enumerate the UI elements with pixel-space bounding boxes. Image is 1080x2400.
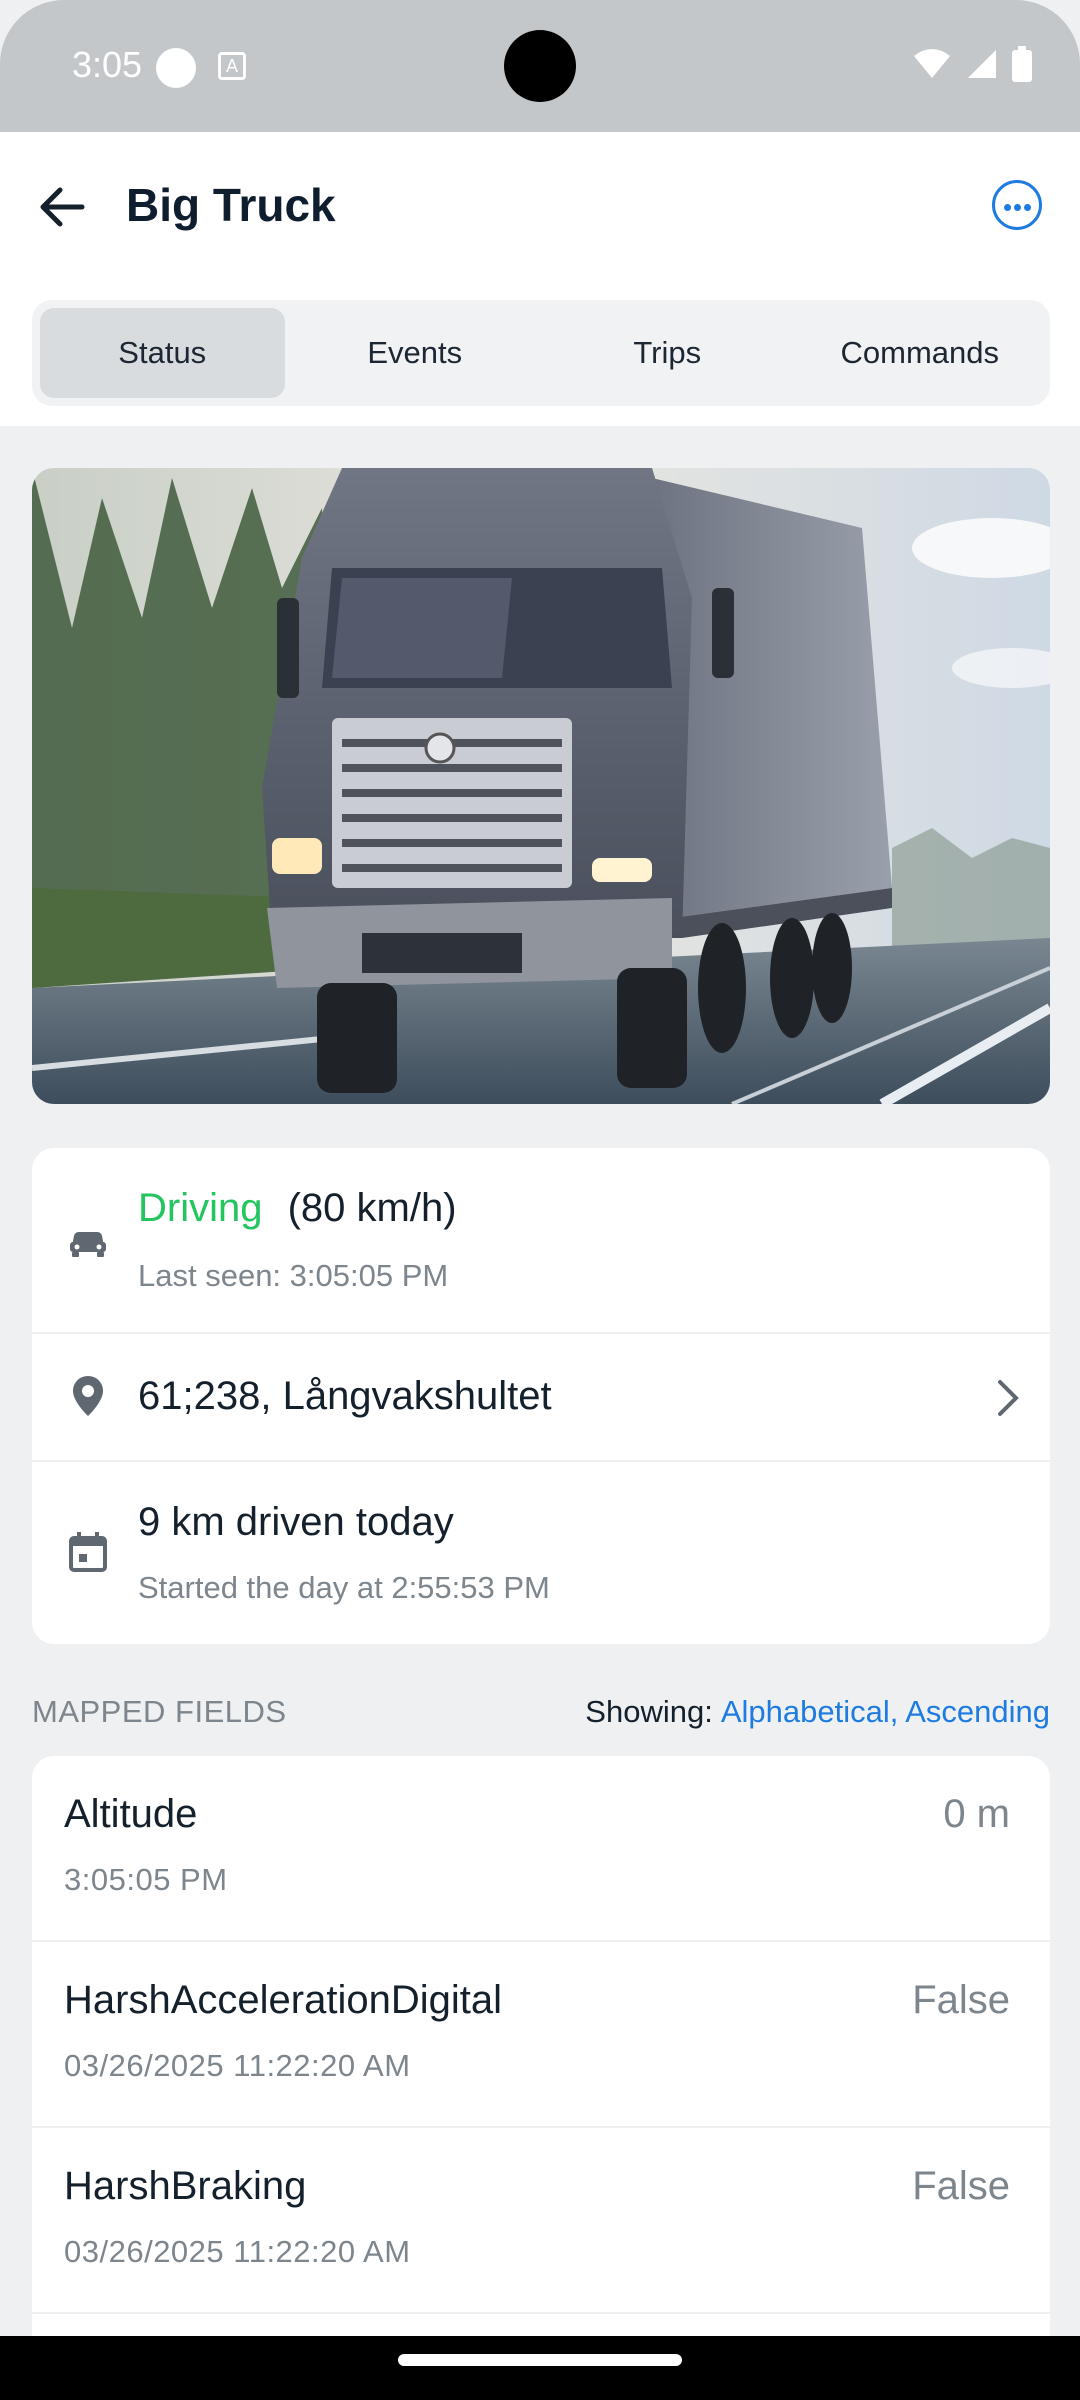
field-name: HarshAccelerationDigital (64, 1978, 502, 2022)
battery-icon (1012, 46, 1032, 82)
keyboard-a-icon: A (218, 52, 246, 80)
speed-value: (80 km/h) (287, 1186, 457, 1230)
field-value: 0 m (943, 1792, 1010, 1836)
last-seen: Last seen: 3:05:05 PM (138, 1258, 449, 1293)
back-arrow-icon[interactable] (30, 174, 96, 240)
driving-status-row: Driving (80 km/h) Last seen: 3:05:05 PM (32, 1148, 1050, 1334)
location-text: 61;238, Långvakshultet (138, 1374, 552, 1418)
tab-trips[interactable]: Trips (545, 308, 790, 398)
field-name: HarshBraking (64, 2164, 307, 2208)
page-title: Big Truck (126, 179, 336, 231)
system-nav-bar (0, 2336, 1080, 2400)
tab-events[interactable]: Events (293, 308, 538, 398)
tab-bar-container: Status Events Trips Commands (0, 292, 1080, 426)
driving-label: Driving (138, 1186, 263, 1230)
field-name: Altitude (64, 1792, 198, 1836)
notification-dot-icon (156, 48, 196, 88)
status-card: Driving (80 km/h) Last seen: 3:05:05 PM … (32, 1148, 1050, 1644)
location-pin-icon (73, 1376, 103, 1416)
distance-row: 9 km driven today Started the day at 2:5… (32, 1462, 1050, 1644)
field-time: 03/26/2025 11:22:20 AM (64, 2234, 411, 2269)
front-camera (504, 30, 576, 102)
more-options-icon[interactable] (992, 180, 1042, 230)
field-time: 03/26/2025 11:22:20 AM (64, 2048, 411, 2083)
field-value: False (912, 1978, 1010, 2022)
distance-today: 9 km driven today (138, 1500, 454, 1544)
tab-commands[interactable]: Commands (798, 308, 1043, 398)
sort-value-link[interactable]: Alphabetical, Ascending (721, 1694, 1050, 1729)
mapped-fields-list: Altitude 3:05:05 PM 0 m HarshAcceleratio… (32, 1756, 1050, 2356)
list-item[interactable]: HarshAccelerationDigital 03/26/2025 11:2… (32, 1942, 1050, 2128)
chevron-right-icon (998, 1380, 1019, 1416)
location-row[interactable]: 61;238, Långvakshultet (32, 1334, 1050, 1462)
status-bar: 3:05 A (0, 0, 1080, 132)
sort-label: Showing: (585, 1694, 713, 1729)
mapped-fields-header: MAPPED FIELDS Showing: Alphabetical, Asce… (32, 1690, 1050, 1730)
status-icons (912, 46, 1032, 82)
field-value: False (912, 2164, 1010, 2208)
sort-indicator: Showing: Alphabetical, Ascending (585, 1694, 1050, 1730)
signal-icon (968, 50, 996, 78)
list-item[interactable]: Altitude 3:05:05 PM 0 m (32, 1756, 1050, 1942)
app-bar: Big Truck (0, 132, 1080, 292)
field-time: 3:05:05 PM (64, 1862, 228, 1897)
tab-bar: Status Events Trips Commands (32, 300, 1050, 406)
status-time: 3:05 (72, 44, 143, 85)
mapped-fields-heading: MAPPED FIELDS (32, 1694, 287, 1729)
list-item[interactable]: HarshBraking 03/26/2025 11:22:20 AM Fals… (32, 2128, 1050, 2314)
car-icon (70, 1232, 106, 1257)
home-gesture-handle[interactable] (398, 2354, 682, 2366)
tab-status[interactable]: Status (40, 308, 285, 398)
vehicle-photo (32, 468, 1050, 1104)
calendar-icon (69, 1532, 107, 1572)
day-start-time: Started the day at 2:55:53 PM (138, 1570, 550, 1605)
wifi-icon (914, 49, 950, 78)
driving-status: Driving (80 km/h) (138, 1186, 457, 1231)
